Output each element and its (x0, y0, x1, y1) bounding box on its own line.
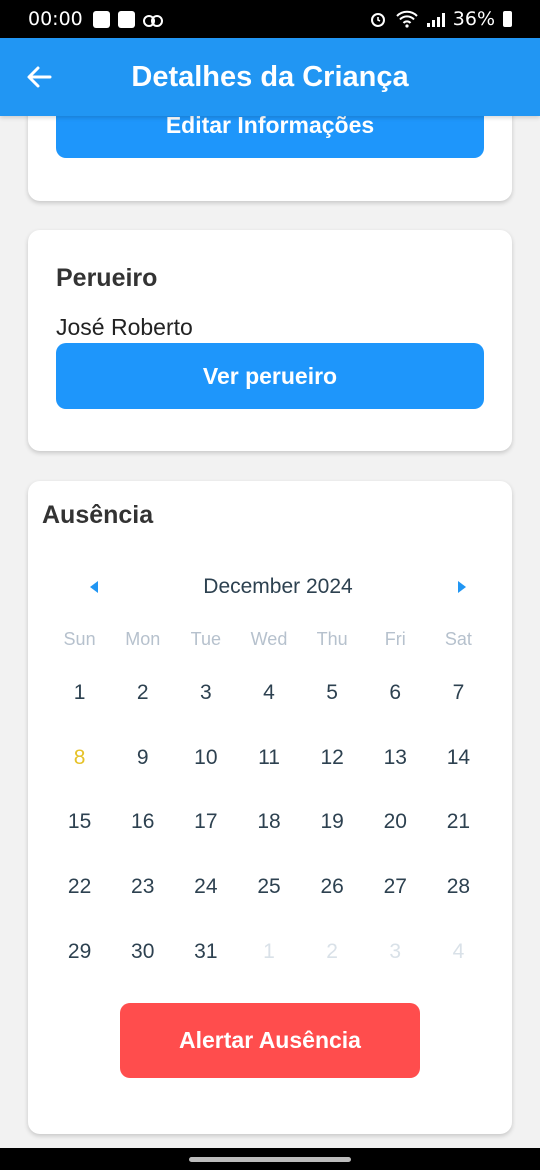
driver-name: José Roberto (56, 314, 193, 340)
weekday-label: Thu (316, 629, 348, 649)
weekday-label: Sun (63, 629, 96, 649)
gallery-notification-icon (92, 10, 110, 28)
calendar-day[interactable]: 29 (48, 924, 111, 989)
weekday-label: Tue (190, 629, 222, 649)
calendar-day[interactable]: 3 (174, 665, 237, 730)
calendar-month-label: December 2024 (203, 575, 353, 598)
calendar-day[interactable]: 8 (48, 730, 111, 795)
app-bar: Detalhes da Criança (0, 38, 540, 116)
calendar-day[interactable]: 6 (364, 665, 427, 730)
home-gesture-handle[interactable] (189, 1157, 351, 1162)
calendar-day[interactable]: 2 (111, 665, 174, 730)
status-time: 00:00 (28, 8, 83, 30)
alert-absence-button[interactable]: Alertar Ausência (120, 1003, 420, 1078)
battery-icon (503, 11, 512, 27)
calendar-day[interactable]: 9 (111, 730, 174, 795)
next-month-icon[interactable] (457, 581, 466, 593)
weekday-label: Sat (444, 629, 472, 649)
calendar-day[interactable]: 17 (174, 794, 237, 859)
calendar-day[interactable]: 4 (237, 665, 300, 730)
weekday-label: Mon (125, 629, 161, 649)
status-bar: 00:00 36% (0, 0, 540, 38)
alarm-icon (370, 13, 385, 27)
calendar-header: December 2024 (76, 569, 466, 605)
weekday-label: Fri (384, 629, 406, 649)
calendar-day[interactable]: 7 (427, 665, 490, 730)
calendar-day[interactable]: 23 (111, 859, 174, 924)
calendar-day[interactable]: 19 (301, 794, 364, 859)
check-notification-icon (117, 10, 135, 28)
calendar-day[interactable]: 15 (48, 794, 111, 859)
calendar-day[interactable]: 22 (48, 859, 111, 924)
calendar-day[interactable]: 31 (174, 924, 237, 989)
prev-month-icon[interactable] (90, 581, 98, 593)
calendar-day: 1 (263, 939, 275, 963)
calendar-day[interactable]: 26 (301, 859, 364, 924)
wifi-icon (396, 10, 418, 28)
calendar-day[interactable]: 11 (237, 730, 300, 795)
view-driver-button[interactable]: Ver perueiro (56, 343, 484, 409)
page-title: Detalhes da Criança (131, 60, 409, 93)
calendar-day[interactable]: 18 (237, 794, 300, 859)
calendar-day[interactable]: 16 (111, 794, 174, 859)
signal-icon (426, 12, 445, 27)
calendar-weekdays: Sun Mon Tue Wed Thu Fri Sat (48, 629, 490, 650)
arrow-back-icon[interactable] (24, 62, 54, 92)
calendar-day[interactable]: 5 (301, 665, 364, 730)
absence-card: Ausência December 2024 Sun Mon Tue Wed Thu Fr… (28, 481, 512, 1134)
calendar-day[interactable]: 13 (364, 730, 427, 795)
calendar-day[interactable]: 14 (427, 730, 490, 795)
battery-percent: 36% (452, 8, 495, 30)
weekday-label: Wed (250, 629, 288, 649)
voicemail-icon (142, 11, 163, 28)
calendar-day: 2 (326, 939, 338, 963)
calendar-day[interactable]: 20 (364, 794, 427, 859)
calendar-days: 1 2 3 4 5 6 7 8 9 10 11 12 13 14 15 16 17 18 19 20 21 22 23 24 2… (48, 665, 490, 988)
calendar-day[interactable]: 12 (301, 730, 364, 795)
calendar-day[interactable]: 25 (237, 859, 300, 924)
calendar-day: 3 (389, 939, 402, 963)
calendar-day[interactable]: 27 (364, 859, 427, 924)
system-navigation-bar (0, 1148, 540, 1170)
calendar-day: 4 (452, 939, 465, 963)
calendar-day[interactable]: 30 (111, 924, 174, 989)
calendar-day[interactable]: 24 (174, 859, 237, 924)
absence-heading: Ausência (42, 501, 154, 529)
calendar-day[interactable]: 28 (427, 859, 490, 924)
calendar-day[interactable]: 10 (174, 730, 237, 795)
driver-card: Perueiro José Roberto Ver perueiro (28, 230, 512, 451)
driver-heading: Perueiro (56, 264, 158, 292)
calendar-day[interactable]: 21 (427, 794, 490, 859)
calendar-day[interactable]: 1 (48, 665, 111, 730)
